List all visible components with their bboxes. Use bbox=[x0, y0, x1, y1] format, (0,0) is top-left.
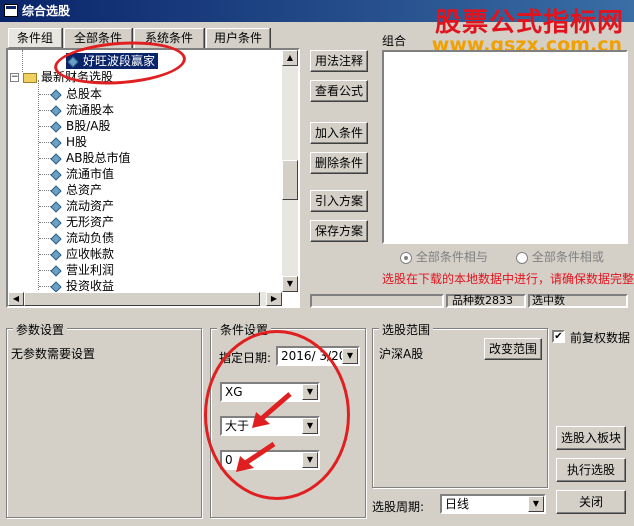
scroll-thumb[interactable] bbox=[282, 160, 298, 200]
tree-item[interactable]: H股 bbox=[50, 134, 87, 150]
formula-icon bbox=[50, 136, 62, 149]
radio-dot bbox=[516, 251, 528, 264]
tree-item[interactable]: 总资产 bbox=[50, 182, 102, 198]
tree-horizontal-scrollbar[interactable]: ◀ ▶ bbox=[8, 292, 282, 306]
run-selection-button[interactable]: 执行选股 bbox=[556, 458, 626, 482]
selected-count-panel: 选中数 bbox=[528, 294, 628, 308]
tab-condition-group[interactable]: 条件组 bbox=[8, 28, 62, 48]
close-button[interactable]: 关闭 bbox=[556, 490, 626, 514]
params-text: 无参数需要设置 bbox=[11, 347, 96, 361]
scroll-down-icon[interactable]: ▼ bbox=[282, 276, 298, 292]
formula-icon bbox=[50, 168, 62, 181]
stock-count-panel: 品种数2833 bbox=[446, 294, 526, 308]
pre-adjust-checkbox[interactable]: ✔ bbox=[552, 330, 565, 343]
tree-item[interactable]: 流动资产 bbox=[50, 198, 114, 214]
tree-vertical-scrollbar[interactable]: ▲ ▼ bbox=[282, 50, 298, 292]
expand-minus-icon[interactable]: − bbox=[10, 73, 19, 82]
usage-note-button[interactable]: 用法注释 bbox=[310, 50, 368, 72]
formula-icon bbox=[50, 264, 62, 277]
warning-text: 选股在下载的本地数据中进行，请确保数据完整 bbox=[382, 272, 634, 286]
params-group: 参数设置 无参数需要设置 bbox=[6, 321, 202, 518]
tree-item[interactable]: 流通股本 bbox=[50, 102, 114, 118]
add-to-block-button[interactable]: 选股入板块 bbox=[556, 426, 626, 450]
formula-icon bbox=[50, 280, 62, 293]
tree-item[interactable]: AB股总市值 bbox=[50, 150, 130, 166]
chevron-down-icon[interactable]: ▼ bbox=[342, 348, 358, 364]
annotation-arrow-icon bbox=[252, 392, 292, 428]
import-plan-button[interactable]: 引入方案 bbox=[310, 190, 368, 212]
scroll-left-icon[interactable]: ◀ bbox=[8, 292, 24, 306]
combo-list[interactable] bbox=[382, 50, 628, 244]
scroll-up-icon[interactable]: ▲ bbox=[282, 50, 298, 66]
formula-icon bbox=[50, 88, 62, 101]
condition-tree[interactable]: 好旺波段赢家 − 最新财务选股 总股本 流通股本 B股/A股 H股 AB股总市值 流通市值总… bbox=[6, 48, 300, 308]
formula-icon bbox=[50, 104, 62, 117]
tree-line bbox=[38, 80, 39, 290]
radio-dot bbox=[400, 251, 412, 264]
period-select[interactable]: 日线 ▼ bbox=[440, 494, 546, 514]
formula-icon bbox=[50, 200, 62, 213]
formula-icon bbox=[50, 152, 62, 165]
view-formula-button[interactable]: 查看公式 bbox=[310, 80, 368, 102]
period-label: 选股周期: bbox=[372, 500, 425, 514]
params-title: 参数设置 bbox=[13, 321, 68, 338]
annotation-arrow-icon bbox=[236, 441, 276, 472]
range-value: 沪深A股 bbox=[379, 347, 424, 361]
radio-all-or[interactable]: 全部条件相或 bbox=[516, 248, 604, 265]
pre-adjust-label: 前复权数据 bbox=[570, 331, 631, 345]
change-range-button[interactable]: 改变范围 bbox=[484, 338, 542, 360]
tree-item[interactable]: 营业利润 bbox=[50, 262, 114, 278]
tree-item[interactable]: 应收帐款 bbox=[50, 246, 114, 262]
tab-user-conditions[interactable]: 用户条件 bbox=[206, 28, 270, 48]
save-plan-button[interactable]: 保存方案 bbox=[310, 220, 368, 242]
progress-bar bbox=[310, 294, 444, 308]
formula-icon bbox=[50, 232, 62, 245]
range-title: 选股范围 bbox=[379, 321, 434, 338]
tree-item[interactable]: 流通市值 bbox=[50, 166, 114, 182]
scroll-right-icon[interactable]: ▶ bbox=[266, 292, 282, 306]
tree-item[interactable]: 总股本 bbox=[50, 86, 102, 102]
window-title: 综合选股 bbox=[22, 4, 71, 18]
window-menu-icon[interactable] bbox=[4, 4, 18, 17]
chevron-down-icon[interactable]: ▼ bbox=[528, 496, 544, 512]
tree-item[interactable]: B股/A股 bbox=[50, 118, 111, 134]
combo-label: 组合 bbox=[382, 34, 407, 48]
folder-icon bbox=[23, 72, 37, 83]
hscroll-thumb[interactable] bbox=[24, 292, 260, 306]
formula-icon bbox=[50, 120, 62, 133]
delete-condition-button[interactable]: 删除条件 bbox=[310, 152, 368, 174]
tree-item[interactable]: 流动负债 bbox=[50, 230, 114, 246]
formula-icon bbox=[50, 216, 62, 229]
radio-all-and[interactable]: 全部条件相与 bbox=[400, 248, 488, 265]
formula-icon bbox=[50, 248, 62, 261]
tree-item[interactable]: 无形资产 bbox=[50, 214, 114, 230]
formula-icon bbox=[50, 184, 62, 197]
add-condition-button[interactable]: 加入条件 bbox=[310, 122, 368, 144]
